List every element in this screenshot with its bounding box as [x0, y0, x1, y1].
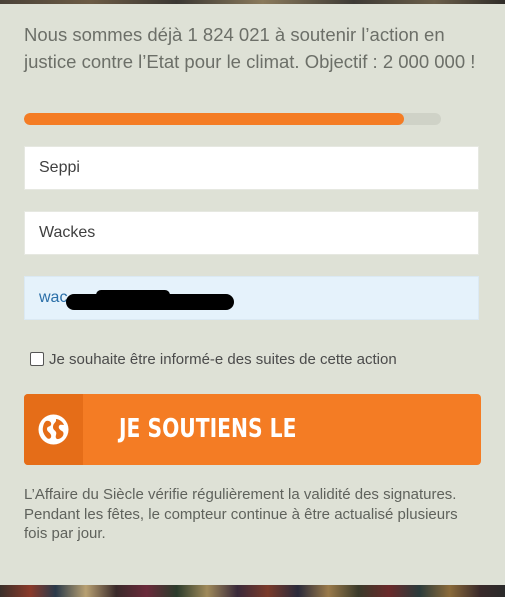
- last-name-field[interactable]: Wackes: [24, 211, 479, 255]
- newsletter-opt-in[interactable]: Je souhaite être informé-e des suites de…: [30, 349, 397, 369]
- signature-progress-fill: [24, 113, 405, 125]
- verification-note: L’Affaire du Siècle vérifie régulièremen…: [24, 486, 458, 542]
- background-photo-bottom: [0, 585, 505, 597]
- submit-support-button[interactable]: JE SOUTIENS LE RECOURS: [24, 394, 481, 465]
- signature-progress-bar: [24, 113, 441, 125]
- last-name-value: Wackes: [39, 224, 96, 241]
- first-name-field[interactable]: Seppi: [24, 146, 479, 190]
- email-value: wac: [39, 289, 68, 306]
- globe-icon: [38, 414, 69, 445]
- newsletter-checkbox[interactable]: [30, 352, 44, 366]
- first-name-value: Seppi: [39, 159, 80, 176]
- submit-button-label: JE SOUTIENS LE RECOURS: [119, 414, 297, 444]
- email-redaction-mark: [66, 294, 234, 310]
- globe-icon-box: [24, 394, 83, 465]
- newsletter-checkbox-label: Je souhaite être informé-e des suites de…: [49, 350, 397, 368]
- signature-counter-text: Nous sommes déjà 1 824 021 à soutenir l’…: [24, 24, 476, 72]
